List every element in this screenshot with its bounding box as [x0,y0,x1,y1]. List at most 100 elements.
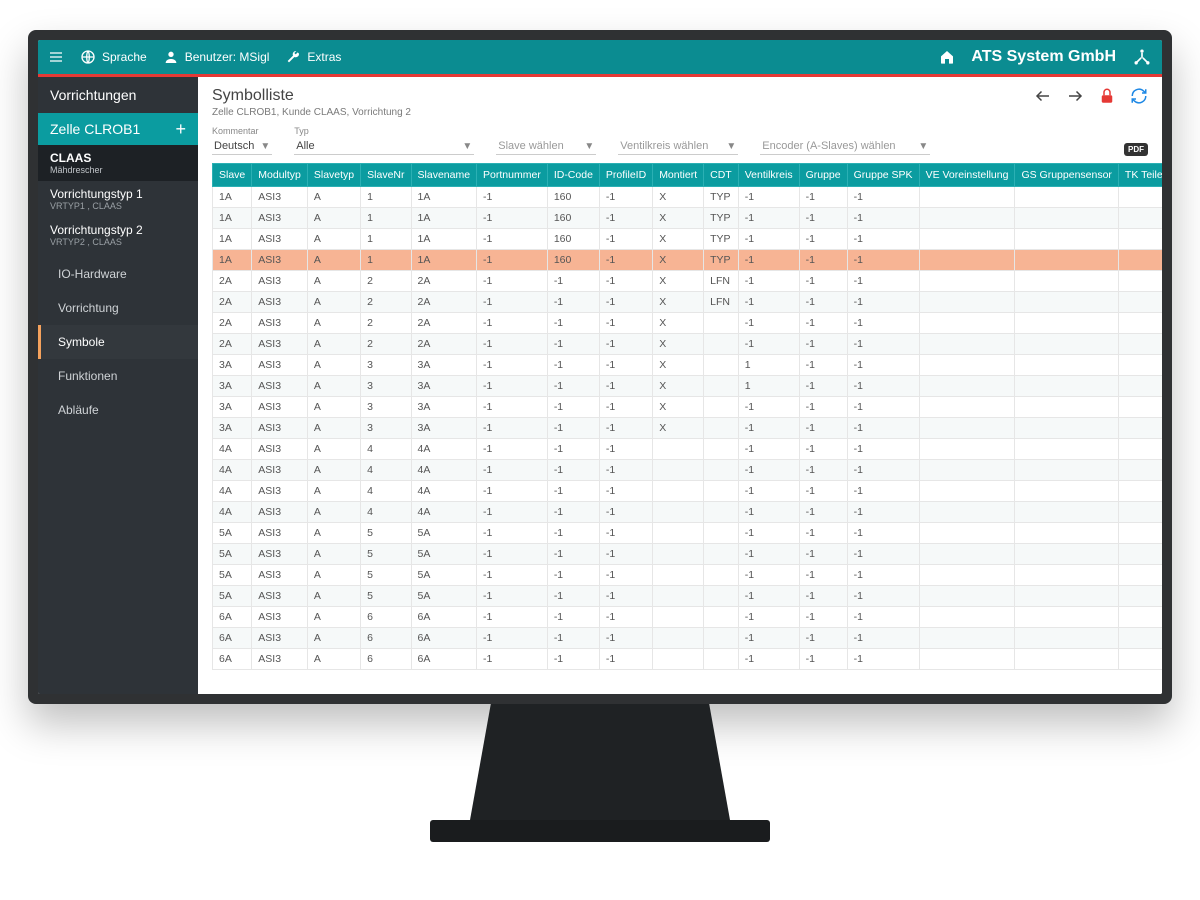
extras-menu[interactable]: Extras [285,49,341,65]
table-header[interactable]: Gruppe [799,164,847,187]
table-cell: 2A [411,271,477,292]
table-header[interactable]: Slavetyp [307,164,360,187]
table-cell [1015,250,1118,271]
table-row[interactable]: 4AASI3A44A-1-1-1-1-1-1-1 [213,502,1163,523]
table-cell [1118,502,1162,523]
filter-typ[interactable]: Typ Alle▼ [294,126,474,155]
table-row[interactable]: 6AASI3A66A-1-1-1-1-1-1-1 [213,607,1163,628]
nav-back-button[interactable] [1034,87,1052,105]
sidebar-vt2[interactable]: Vorrichtungstyp 2 VRTYP2 , CLAAS [38,217,198,253]
table-cell [704,565,739,586]
table-row[interactable]: 3AASI3A33A-1-1-1X1-1-1-1 [213,376,1163,397]
table-row[interactable]: 4AASI3A44A-1-1-1-1-1-1-1 [213,439,1163,460]
table-cell: -1 [738,460,799,481]
sidebar-vt1[interactable]: Vorrichtungstyp 1 VRTYP1 , CLAAS [38,181,198,217]
sidebar-nav-item[interactable]: Funktionen [38,359,198,393]
sidebar-nav-item[interactable]: Abläufe [38,393,198,427]
cell-selector[interactable]: Zelle CLROB1 + [38,113,198,145]
table-header[interactable]: TK Teilekontrolle [1118,164,1162,187]
table-cell: ASI3 [252,586,308,607]
table-row[interactable]: 2AASI3A22A-1-1-1XLFN-1-1-1-1 [213,271,1163,292]
refresh-button[interactable] [1130,87,1148,105]
table-cell: X [653,334,704,355]
table-row[interactable]: 4AASI3A44A-1-1-1-1-1-1-1 [213,481,1163,502]
table-cell [1015,397,1118,418]
language-menu[interactable]: Sprache [80,49,147,65]
sidebar-nav-item[interactable]: Symbole [38,325,198,359]
table-cell [1118,334,1162,355]
table-header[interactable]: Slavename [411,164,477,187]
table-cell: -1 [738,292,799,313]
table-scroll[interactable]: SlaveModultypSlavetypSlaveNrSlavenamePor… [198,163,1162,694]
table-row[interactable]: 3AASI3A33A-1-1-1X-1-1-1-1 [213,418,1163,439]
table-row[interactable]: 4AASI3A44A-1-1-1-1-1-1-1 [213,460,1163,481]
nav-forward-button[interactable] [1066,87,1084,105]
filter-ventil[interactable]: Ventilkreis wählen▼ [618,138,738,155]
table-cell [1015,544,1118,565]
table-cell: 2 [361,313,411,334]
user-label: Benutzer: MSigl [185,50,270,64]
table-header[interactable]: Portnummer [477,164,548,187]
user-menu[interactable]: Benutzer: MSigl [163,49,270,65]
table-row[interactable]: 3AASI3A33A-1-1-1X1-1-1-1 [213,355,1163,376]
table-header[interactable]: ProfileID [599,164,652,187]
table-header[interactable]: Modultyp [252,164,308,187]
sidebar-nav-item[interactable]: IO-Hardware [38,257,198,291]
table-cell [1118,586,1162,607]
table-row[interactable]: 2AASI3A22A-1-1-1X-1-1-1-1 [213,313,1163,334]
table-cell: -1 [599,292,652,313]
table-cell: 1 [738,376,799,397]
table-cell: 5A [213,544,252,565]
table-cell [704,376,739,397]
table-cell: -1 [847,229,919,250]
table-header[interactable]: GS Gruppensensor [1015,164,1118,187]
table-row[interactable]: 5AASI3A55A-1-1-1-1-1-1-1 [213,565,1163,586]
table-row[interactable]: 1AASI3A11A-1160-1XTYP-1-1-1-1 [213,229,1163,250]
table-row[interactable]: 2AASI3A22A-1-1-1XLFN-1-1-1-1 [213,292,1163,313]
table-cell [919,229,1015,250]
filter-kommentar[interactable]: Kommentar Deutsch▼ [212,126,272,155]
table-header[interactable]: Gruppe SPK [847,164,919,187]
table-cell [1118,355,1162,376]
table-cell: -1 [799,187,847,208]
table-header[interactable]: SlaveNr [361,164,411,187]
table-header[interactable]: Montiert [653,164,704,187]
table-cell: 4 [361,439,411,460]
table-cell [653,523,704,544]
table-cell: 3A [213,418,252,439]
table-row[interactable]: 5AASI3A55A-1-1-1-1-1-1-1 [213,523,1163,544]
table-cell: -1 [547,649,599,670]
table-cell: -1 [847,502,919,523]
table-row[interactable]: 5AASI3A55A-1-1-1-1-1-1-1 [213,544,1163,565]
table-header[interactable]: ID-Code [547,164,599,187]
table-cell: 2A [411,313,477,334]
table-cell: ASI3 [252,649,308,670]
table-header[interactable]: CDT [704,164,739,187]
table-cell [919,355,1015,376]
sidebar-group[interactable]: CLAAS Mähdrescher [38,145,198,181]
lock-button[interactable] [1098,87,1116,105]
home-button[interactable] [939,49,955,65]
chevron-down-icon: ▼ [918,141,928,152]
table-row[interactable]: 5AASI3A55A-1-1-1-1-1-1-1 [213,586,1163,607]
table-row[interactable]: 6AASI3A66A-1-1-1-1-1-1-1 [213,649,1163,670]
table-header[interactable]: Slave [213,164,252,187]
filter-slave[interactable]: Slave wählen▼ [496,138,596,155]
table-cell: -1 [799,649,847,670]
filter-encoder[interactable]: Encoder (A-Slaves) wählen▼ [760,138,930,155]
plus-icon[interactable]: + [175,122,186,136]
table-cell: -1 [847,292,919,313]
table-row[interactable]: 1AASI3A11A-1160-1XTYP-1-1-1-1 [213,250,1163,271]
table-header[interactable]: VE Voreinstellung [919,164,1015,187]
table-row[interactable]: 1AASI3A11A-1160-1XTYP-1-1-1-1 [213,208,1163,229]
table-header[interactable]: Ventilkreis [738,164,799,187]
table-row[interactable]: 6AASI3A66A-1-1-1-1-1-1-1 [213,628,1163,649]
table-row[interactable]: 3AASI3A33A-1-1-1X-1-1-1-1 [213,397,1163,418]
table-cell: 4A [213,439,252,460]
menu-button[interactable] [48,49,64,65]
table-cell: -1 [799,565,847,586]
export-pdf-button[interactable]: PDF [1124,143,1148,156]
sidebar-nav-item[interactable]: Vorrichtung [38,291,198,325]
table-row[interactable]: 1AASI3A11A-1160-1XTYP-1-1-1-1 [213,187,1163,208]
table-row[interactable]: 2AASI3A22A-1-1-1X-1-1-1-1 [213,334,1163,355]
